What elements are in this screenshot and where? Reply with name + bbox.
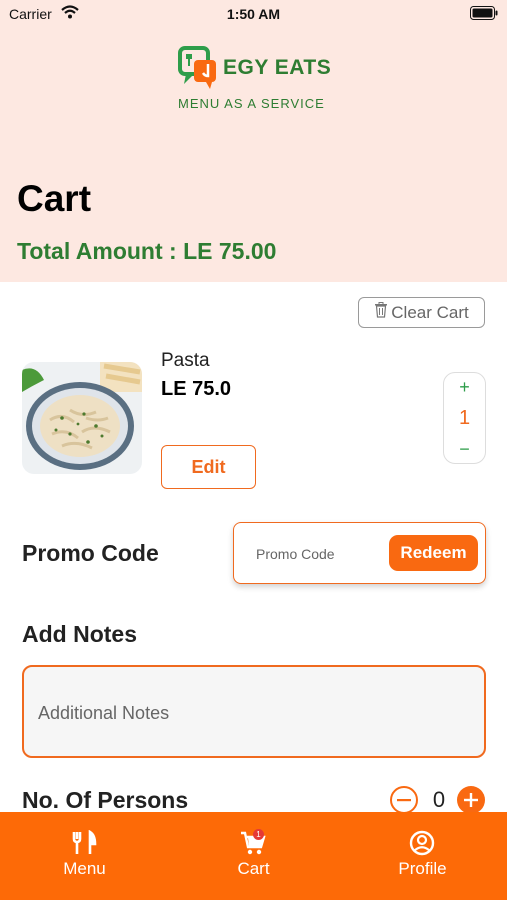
quantity-value: 1: [458, 407, 471, 429]
tab-menu[interactable]: Menu: [0, 812, 169, 900]
tab-cart[interactable]: 1 Cart: [169, 812, 338, 900]
brand-logo: EGY EATS MENU AS A SERVICE: [178, 46, 338, 116]
promo-code-box: Redeem: [233, 522, 486, 584]
brand-name: EGY EATS: [223, 56, 332, 79]
edit-button[interactable]: Edit: [161, 445, 256, 489]
tab-cart-label: Cart: [237, 859, 270, 878]
tab-profile-label: Profile: [398, 859, 447, 878]
increase-quantity-button[interactable]: +: [444, 377, 485, 398]
promo-code-label: Promo Code: [22, 540, 159, 566]
clear-cart-button[interactable]: Clear Cart: [358, 297, 485, 328]
tab-profile[interactable]: Profile: [338, 812, 507, 900]
redeem-button[interactable]: Redeem: [389, 535, 478, 571]
fork-knife-icon: [70, 829, 98, 861]
quantity-stepper: + 1 −: [443, 372, 486, 464]
cart-badge: 1: [253, 829, 264, 840]
brand-tagline: MENU AS A SERVICE: [178, 96, 325, 111]
trash-icon: [374, 302, 388, 323]
product-image: [22, 362, 142, 474]
product-name: Pasta: [161, 350, 210, 371]
clear-cart-label: Clear Cart: [391, 302, 469, 322]
minus-circle-icon: [390, 786, 418, 814]
battery-icon: [470, 6, 498, 23]
persons-label: No. Of Persons: [22, 787, 189, 813]
page-title: Cart: [17, 178, 92, 219]
product-price: LE 75.0: [161, 378, 232, 400]
decrease-quantity-button[interactable]: −: [444, 439, 485, 460]
status-bar: Carrier 1:50 AM: [0, 0, 507, 28]
persons-count: 0: [432, 787, 446, 812]
tab-menu-label: Menu: [63, 859, 106, 878]
logo-mark-icon: [178, 46, 216, 89]
notes-field[interactable]: [22, 665, 486, 758]
promo-code-input[interactable]: [246, 537, 406, 571]
header: Carrier 1:50 AM EGY EATS MENU AS A SERVI…: [0, 0, 507, 282]
total-amount: Total Amount : LE 75.00: [17, 238, 277, 264]
plus-circle-icon: [457, 786, 485, 814]
user-circle-icon: [408, 830, 436, 861]
add-notes-label: Add Notes: [22, 621, 137, 647]
clock: 1:50 AM: [226, 6, 281, 22]
tab-bar: Menu 1 Cart Profile: [0, 812, 507, 900]
